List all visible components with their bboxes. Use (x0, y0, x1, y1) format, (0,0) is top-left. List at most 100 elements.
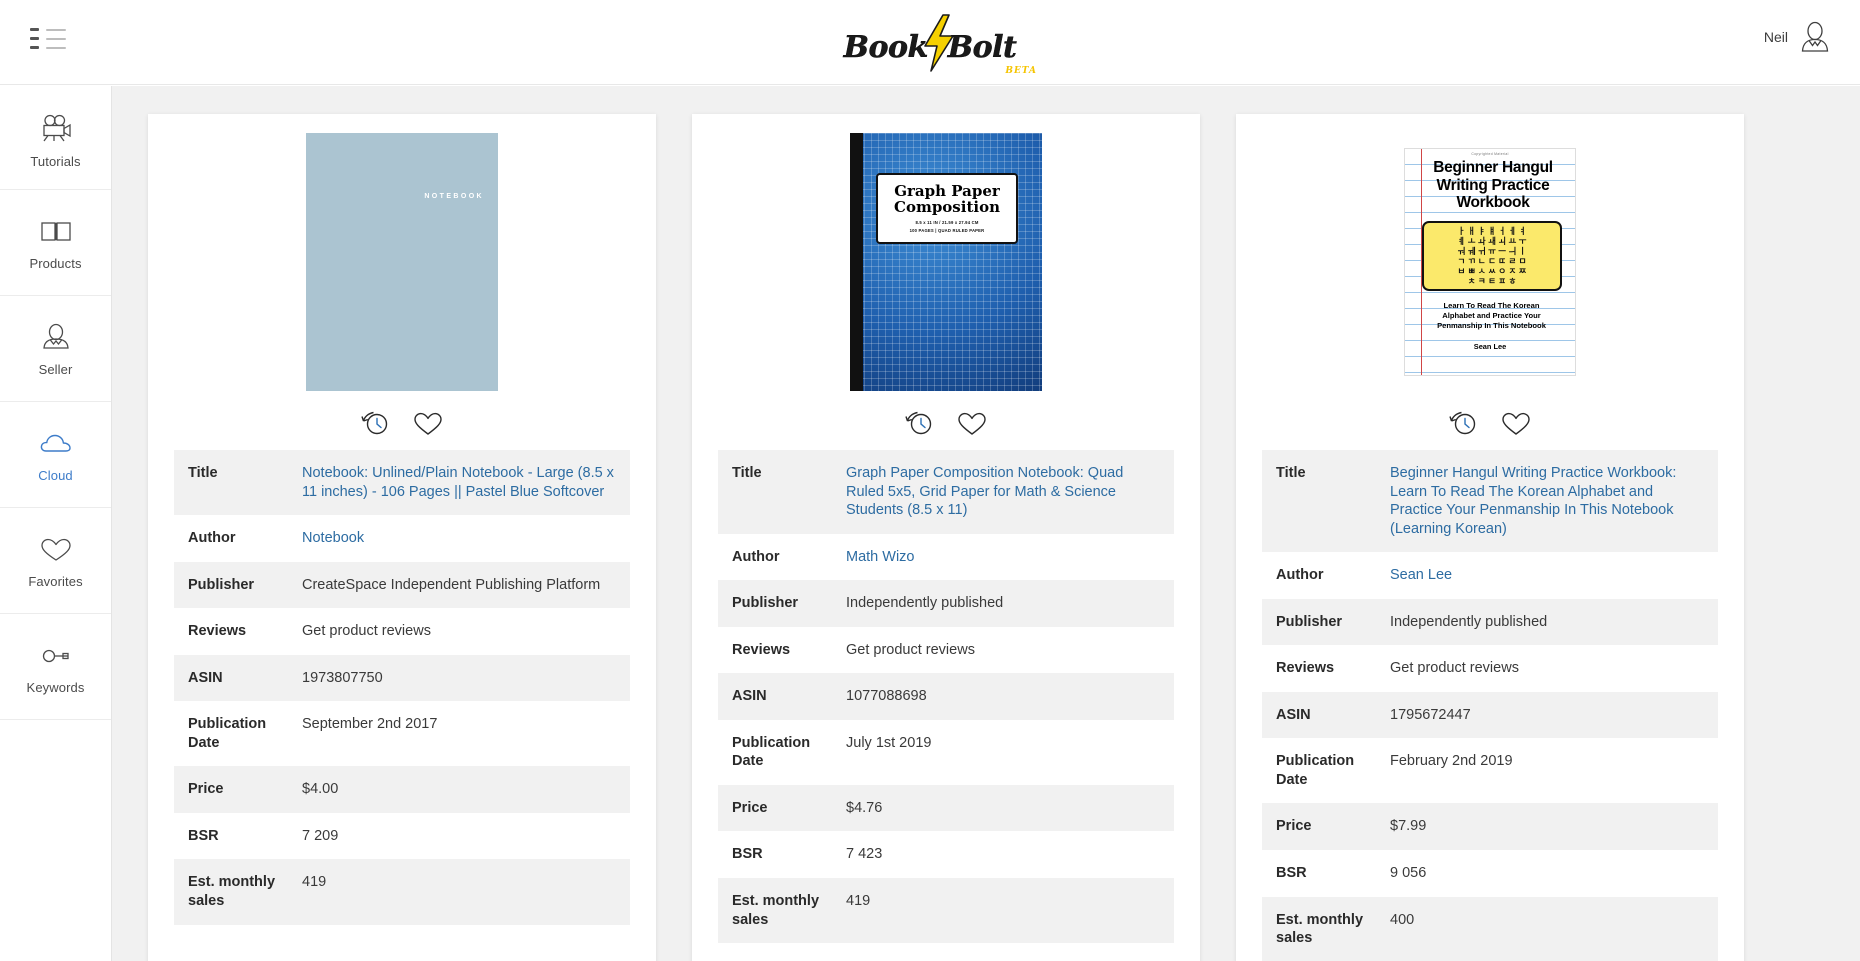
product-publisher: CreateSpace Independent Publishing Platf… (302, 576, 601, 593)
person-icon (42, 323, 69, 349)
product-author-link[interactable]: Sean Lee (1390, 552, 1718, 599)
row-label: Est. monthly sales (732, 893, 820, 928)
row-label: Publication Date (1276, 753, 1355, 788)
product-card: Graph Paper Composition 8.5 x 11 IN / 21… (692, 114, 1200, 961)
app-header: Book Bolt BETA Neil (0, 0, 1860, 85)
history-restore-icon[interactable] (361, 408, 391, 438)
product-reviews-action[interactable]: Get product reviews (302, 608, 630, 655)
row-label: Price (732, 799, 768, 816)
heart-outline-icon[interactable] (413, 408, 443, 438)
hangul-row: ㅊ ㅋ ㅌ ㅍ ㅎ (1467, 275, 1517, 286)
table-row: BSR 7 209 (174, 812, 630, 860)
row-label: ASIN (732, 688, 767, 705)
cover-subtitle: Learn To Read The Korean Alphabet and Pr… (1437, 301, 1546, 331)
history-restore-icon[interactable] (905, 408, 935, 438)
product-reviews-action[interactable]: Get product reviews (846, 627, 1174, 674)
row-label: Publisher (188, 576, 255, 593)
table-row: Publication Date September 2nd 2017 (174, 701, 630, 767)
table-row: BSR 7 423 (718, 831, 1174, 879)
key-icon (42, 649, 69, 662)
product-details-table: Title Beginner Hangul Writing Practice Wo… (1262, 450, 1718, 961)
table-row: Est. monthly sales 400 (1262, 896, 1718, 961)
product-price: $4.76 (846, 799, 883, 816)
row-label: Publication Date (732, 734, 811, 770)
sidebar-item-label: Seller (38, 361, 73, 377)
row-label: Title (732, 465, 762, 481)
user-menu[interactable]: Neil (1764, 20, 1832, 54)
table-row: Publication Date July 1st 2019 (718, 719, 1174, 785)
table-row: Publication Date February 2nd 2019 (1262, 738, 1718, 804)
sidebar-item-label: Tutorials (30, 153, 81, 169)
sidebar-item-products[interactable]: Products (0, 190, 111, 296)
sidebar-item-keywords[interactable]: Keywords (0, 614, 111, 720)
product-publication-date: July 1st 2019 (846, 734, 932, 751)
bookbolt-logo[interactable]: Book Bolt BETA (815, 12, 1045, 76)
product-details-wrap: Title Notebook: Unlined/Plain Notebook - … (148, 450, 656, 925)
hangul-row: ㅝ ㅞ ㅟ ㅠ ㅡ ㅢ ㅣ (1457, 245, 1527, 256)
product-details-table: Title Notebook: Unlined/Plain Notebook - … (174, 450, 630, 925)
table-row: Author Math Wizo (718, 533, 1174, 581)
row-label: Author (732, 548, 780, 565)
cover-spine (850, 133, 863, 391)
row-label: BSR (732, 846, 763, 863)
table-row: Title Graph Paper Composition Notebook: Q… (718, 450, 1174, 534)
user-avatar-icon[interactable] (1798, 20, 1832, 54)
sidebar-item-tutorials[interactable]: Tutorials (0, 86, 111, 190)
product-author-link[interactable]: Notebook (302, 515, 630, 562)
table-row: Title Beginner Hangul Writing Practice Wo… (1262, 450, 1718, 553)
product-publication-date: February 2nd 2019 (1390, 753, 1513, 770)
product-est-monthly-sales: 400 (1390, 911, 1415, 928)
book-cover-image[interactable]: Copyrighted Material Beginner Hangul Wri… (1404, 148, 1576, 376)
open-book-icon (40, 221, 71, 241)
list-menu-icon[interactable] (30, 28, 70, 58)
product-title-link[interactable]: Beginner Hangul Writing Practice Workboo… (1390, 450, 1718, 552)
product-title-link[interactable]: Notebook: Unlined/Plain Notebook - Large… (302, 450, 630, 515)
product-publisher: Independently published (1390, 613, 1548, 630)
sidebar-item-label: Keywords (26, 679, 85, 695)
table-row: Est. monthly sales 419 (718, 878, 1174, 944)
heart-outline-icon[interactable] (1501, 408, 1531, 438)
card-actions (148, 394, 656, 450)
product-bsr: 9 056 (1390, 865, 1427, 882)
table-row: BSR 9 056 (1262, 850, 1718, 897)
row-label: Publication Date (188, 716, 267, 751)
product-author-link[interactable]: Math Wizo (846, 534, 1174, 581)
sidebar-item-favorites[interactable]: Favorites (0, 508, 111, 614)
sidebar-item-label: Cloud (38, 467, 73, 483)
cover-author-name: Sean Lee (1473, 342, 1507, 351)
user-name: Neil (1763, 29, 1788, 45)
book-cover-image[interactable]: NOTEBOOK (306, 133, 498, 391)
product-asin: 1077088698 (846, 688, 927, 705)
product-bsr: 7 209 (302, 827, 339, 844)
sidebar-item-cloud[interactable]: Cloud (0, 402, 111, 508)
row-label: Price (188, 781, 224, 798)
cover-title: Beginner Hangul Writing Practice Workboo… (1433, 159, 1553, 211)
product-card: NOTEBOOK Title Notebook: Unlined/Plain No… (148, 114, 656, 961)
product-title-link[interactable]: Graph Paper Composition Notebook: Quad R… (846, 450, 1174, 534)
row-label: Author (188, 530, 236, 547)
table-row: Reviews Get product reviews (1262, 645, 1718, 692)
heart-outline-icon[interactable] (957, 408, 987, 438)
history-restore-icon[interactable] (1449, 408, 1479, 438)
product-card: Copyrighted Material Beginner Hangul Wri… (1236, 114, 1744, 961)
table-row: Reviews Get product reviews (174, 608, 630, 655)
book-cover-container: Graph Paper Composition 8.5 x 11 IN / 21… (692, 114, 1200, 394)
product-reviews-action[interactable]: Get product reviews (1390, 645, 1718, 692)
row-label: Title (1276, 465, 1306, 481)
sidebar-item-seller[interactable]: Seller (0, 296, 111, 402)
product-publication-date: September 2nd 2017 (302, 716, 438, 733)
row-label: Est. monthly sales (188, 874, 276, 910)
card-actions (1236, 394, 1744, 450)
cover-hangul-chart: ㅏ ㅐ ㅑ ㅒ ㅓ ㅔ ㅕ ㅖ ㅗ ㅘ ㅙ ㅚ ㅛ ㅜ ㅝ ㅞ ㅟ ㅠ ㅡ ㅢ … (1422, 221, 1562, 291)
video-camera-icon (42, 114, 71, 141)
product-asin: 1795672447 (1390, 706, 1471, 723)
product-asin: 1973807750 (302, 669, 383, 686)
row-label: Reviews (188, 623, 247, 640)
cover-subtext-1: 8.5 x 11 IN / 21.59 x 27.94 CM (915, 220, 979, 226)
table-row: Price $4.76 (718, 784, 1174, 832)
table-row: Price $7.99 (1262, 803, 1718, 851)
hangul-row: ㄱ ㄲ ㄴ ㄷ ㄸ ㄹ ㅁ (1457, 255, 1527, 266)
table-row: ASIN 1077088698 (718, 673, 1174, 720)
book-cover-image[interactable]: Graph Paper Composition 8.5 x 11 IN / 21… (850, 133, 1042, 391)
table-row: Price $4.00 (174, 766, 630, 813)
